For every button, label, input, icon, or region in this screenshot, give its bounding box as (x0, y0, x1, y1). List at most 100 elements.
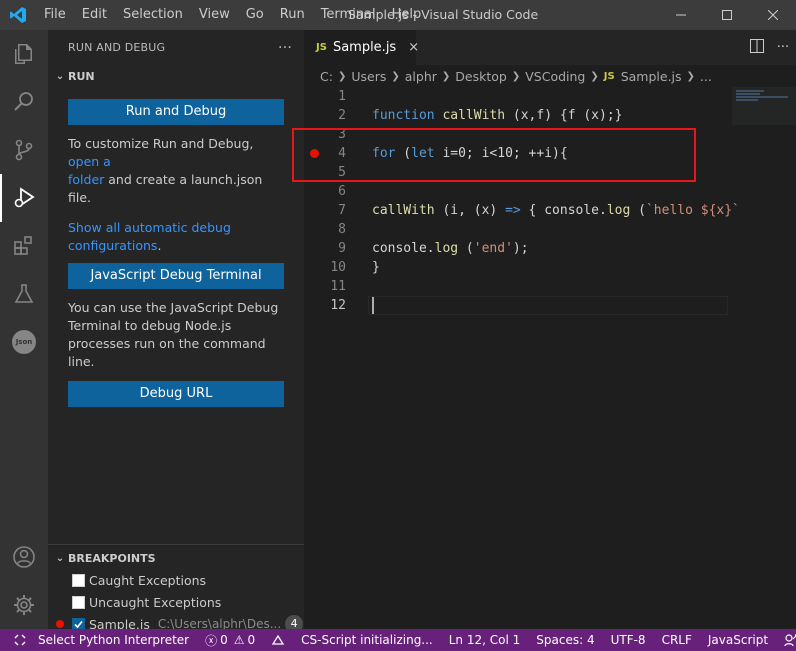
sidebar-header: RUN AND DEBUG ··· (48, 30, 304, 65)
code-line[interactable]: 8 (304, 220, 796, 239)
run-debug-sidebar: RUN AND DEBUG ··· ⌄ RUN Run and Debug To… (48, 30, 304, 633)
problems-status[interactable]: ⓧ 0 ⚠ 0 (197, 632, 263, 649)
editor-area: JS Sample.js × ··· C: ❯ Users ❯ alphr ❯ … (304, 30, 796, 629)
breakpoint-caught-exceptions[interactable]: Caught Exceptions (48, 569, 304, 591)
run-and-debug-button[interactable]: Run and Debug (68, 99, 284, 125)
close-window-button[interactable] (750, 0, 796, 30)
live-share-icon[interactable] (263, 634, 293, 646)
caught-exceptions-checkbox[interactable] (72, 573, 85, 587)
code-line[interactable]: 6 (304, 182, 796, 201)
warning-icon: ⚠ (233, 633, 245, 647)
code-line-current[interactable]: 12 (304, 296, 796, 315)
menu-help[interactable]: Help (384, 0, 430, 30)
remote-icon (14, 634, 26, 646)
menu-selection[interactable]: Selection (115, 0, 191, 30)
more-actions-icon[interactable]: ··· (278, 40, 292, 56)
javascript-file-icon: JS (603, 70, 615, 82)
show-debug-configurations-link[interactable]: Show all automatic debug (68, 220, 231, 235)
chevron-down-icon: ⌄ (55, 70, 65, 82)
json-icon[interactable]: Json (0, 318, 48, 366)
tab-sample-js[interactable]: JS Sample.js × (304, 30, 419, 65)
show-debug-configurations-link-2[interactable]: configurations (68, 238, 157, 253)
breadcrumb-more[interactable]: ... (700, 69, 712, 84)
testing-flask-icon[interactable] (0, 270, 48, 318)
maximize-button[interactable] (704, 0, 750, 30)
minimap[interactable] (728, 87, 796, 629)
menu-bar: File Edit Selection View Go Run Terminal… (36, 0, 429, 30)
code-line[interactable]: 10} (304, 258, 796, 277)
run-section-label: RUN (68, 69, 95, 83)
python-interpreter-status[interactable]: Select Python Interpreter (30, 633, 197, 647)
close-tab-icon[interactable]: × (408, 40, 419, 55)
more-editor-actions-icon[interactable]: ··· (770, 40, 796, 55)
window-controls (658, 0, 796, 30)
menu-terminal[interactable]: Terminal (313, 0, 384, 30)
menu-edit[interactable]: Edit (74, 0, 115, 30)
search-icon[interactable] (0, 78, 48, 126)
account-icon[interactable] (0, 533, 48, 581)
run-and-debug-icon[interactable] (0, 174, 48, 222)
breakpoint-uncaught-exceptions[interactable]: Uncaught Exceptions (48, 591, 304, 613)
breadcrumb-vscoding[interactable]: VSCoding (525, 69, 585, 84)
breadcrumb-users[interactable]: Users (351, 69, 386, 84)
breadcrumb-file[interactable]: Sample.js (621, 69, 682, 84)
title-bar: File Edit Selection View Go Run Terminal… (0, 0, 796, 30)
menu-file[interactable]: File (36, 0, 74, 30)
feedback-icon[interactable] (776, 633, 796, 647)
breadcrumb-separator-icon: ❯ (441, 70, 451, 82)
breakpoints-section-header[interactable]: ⌄ BREAKPOINTS (48, 547, 304, 569)
cursor-position-status[interactable]: Ln 12, Col 1 (441, 633, 529, 647)
menu-run[interactable]: Run (272, 0, 313, 30)
breadcrumb-separator-icon: ❯ (686, 70, 695, 82)
code-line[interactable]: 1 (304, 87, 796, 106)
text-cursor (372, 297, 374, 314)
code-line[interactable]: 2 function callWith (x,f) {f (x);} (304, 106, 796, 125)
menu-view[interactable]: View (191, 0, 238, 30)
explorer-icon[interactable] (0, 30, 48, 78)
activity-bar: Json (0, 30, 48, 629)
open-folder-link-2[interactable]: folder (68, 172, 104, 187)
breadcrumb-drive[interactable]: C: (320, 69, 333, 84)
current-line-highlight (368, 296, 728, 315)
indentation-status[interactable]: Spaces: 4 (528, 633, 602, 647)
minimize-button[interactable] (658, 0, 704, 30)
editor-actions: ··· (744, 30, 796, 65)
eol-status[interactable]: CRLF (654, 633, 700, 647)
breadcrumb-separator-icon: ❯ (511, 70, 521, 82)
run-section-header[interactable]: ⌄ RUN (48, 65, 304, 87)
red-highlight-annotation (292, 128, 696, 182)
vscode-logo-icon (0, 0, 36, 30)
settings-gear-icon[interactable] (0, 581, 48, 629)
status-bar-right: Ln 12, Col 1 Spaces: 4 UTF-8 CRLF JavaSc… (441, 633, 796, 647)
source-control-icon[interactable] (0, 126, 48, 174)
code-line[interactable]: 11 (304, 277, 796, 296)
encoding-status[interactable]: UTF-8 (603, 633, 654, 647)
code-line[interactable]: 7 callWith (i, (x) => { console.log (`hel… (304, 201, 796, 220)
error-icon: ⓧ (205, 633, 218, 648)
tab-label: Sample.js (332, 40, 397, 55)
js-debug-description: You can use the JavaScript Debug Termina… (68, 300, 279, 369)
cs-script-status[interactable]: CS-Script initializing... (293, 633, 441, 647)
breakpoints-label: BREAKPOINTS (68, 551, 156, 565)
minimap-content (728, 87, 796, 102)
code-line[interactable]: 9 console.log ('end'); (304, 239, 796, 258)
show-configurations-text: Show all automatic debug configurations. (68, 220, 231, 253)
breakpoints-section: ⌄ BREAKPOINTS Caught Exceptions Uncaught… (48, 544, 304, 635)
debug-url-button[interactable]: Debug URL (68, 381, 284, 407)
tab-bar: JS Sample.js × ··· (304, 30, 796, 65)
extensions-icon[interactable] (0, 222, 48, 270)
breakpoint-dot-icon (56, 620, 64, 628)
breadcrumb-separator-icon: ❯ (391, 70, 400, 82)
javascript-file-icon: JS (316, 42, 327, 53)
uncaught-exceptions-checkbox[interactable] (72, 595, 85, 609)
remote-indicator[interactable] (0, 634, 30, 646)
javascript-debug-terminal-button[interactable]: JavaScript Debug Terminal (68, 263, 284, 289)
open-folder-link[interactable]: open a (68, 154, 111, 169)
breadcrumb-desktop[interactable]: Desktop (455, 69, 507, 84)
split-editor-icon[interactable] (744, 38, 770, 57)
code-editor[interactable]: 1 2 function callWith (x,f) {f (x);} 3 4f… (304, 87, 796, 315)
breadcrumb-alphr[interactable]: alphr (405, 69, 437, 84)
language-mode-status[interactable]: JavaScript (700, 633, 776, 647)
menu-go[interactable]: Go (238, 0, 272, 30)
chevron-down-icon: ⌄ (55, 552, 65, 564)
